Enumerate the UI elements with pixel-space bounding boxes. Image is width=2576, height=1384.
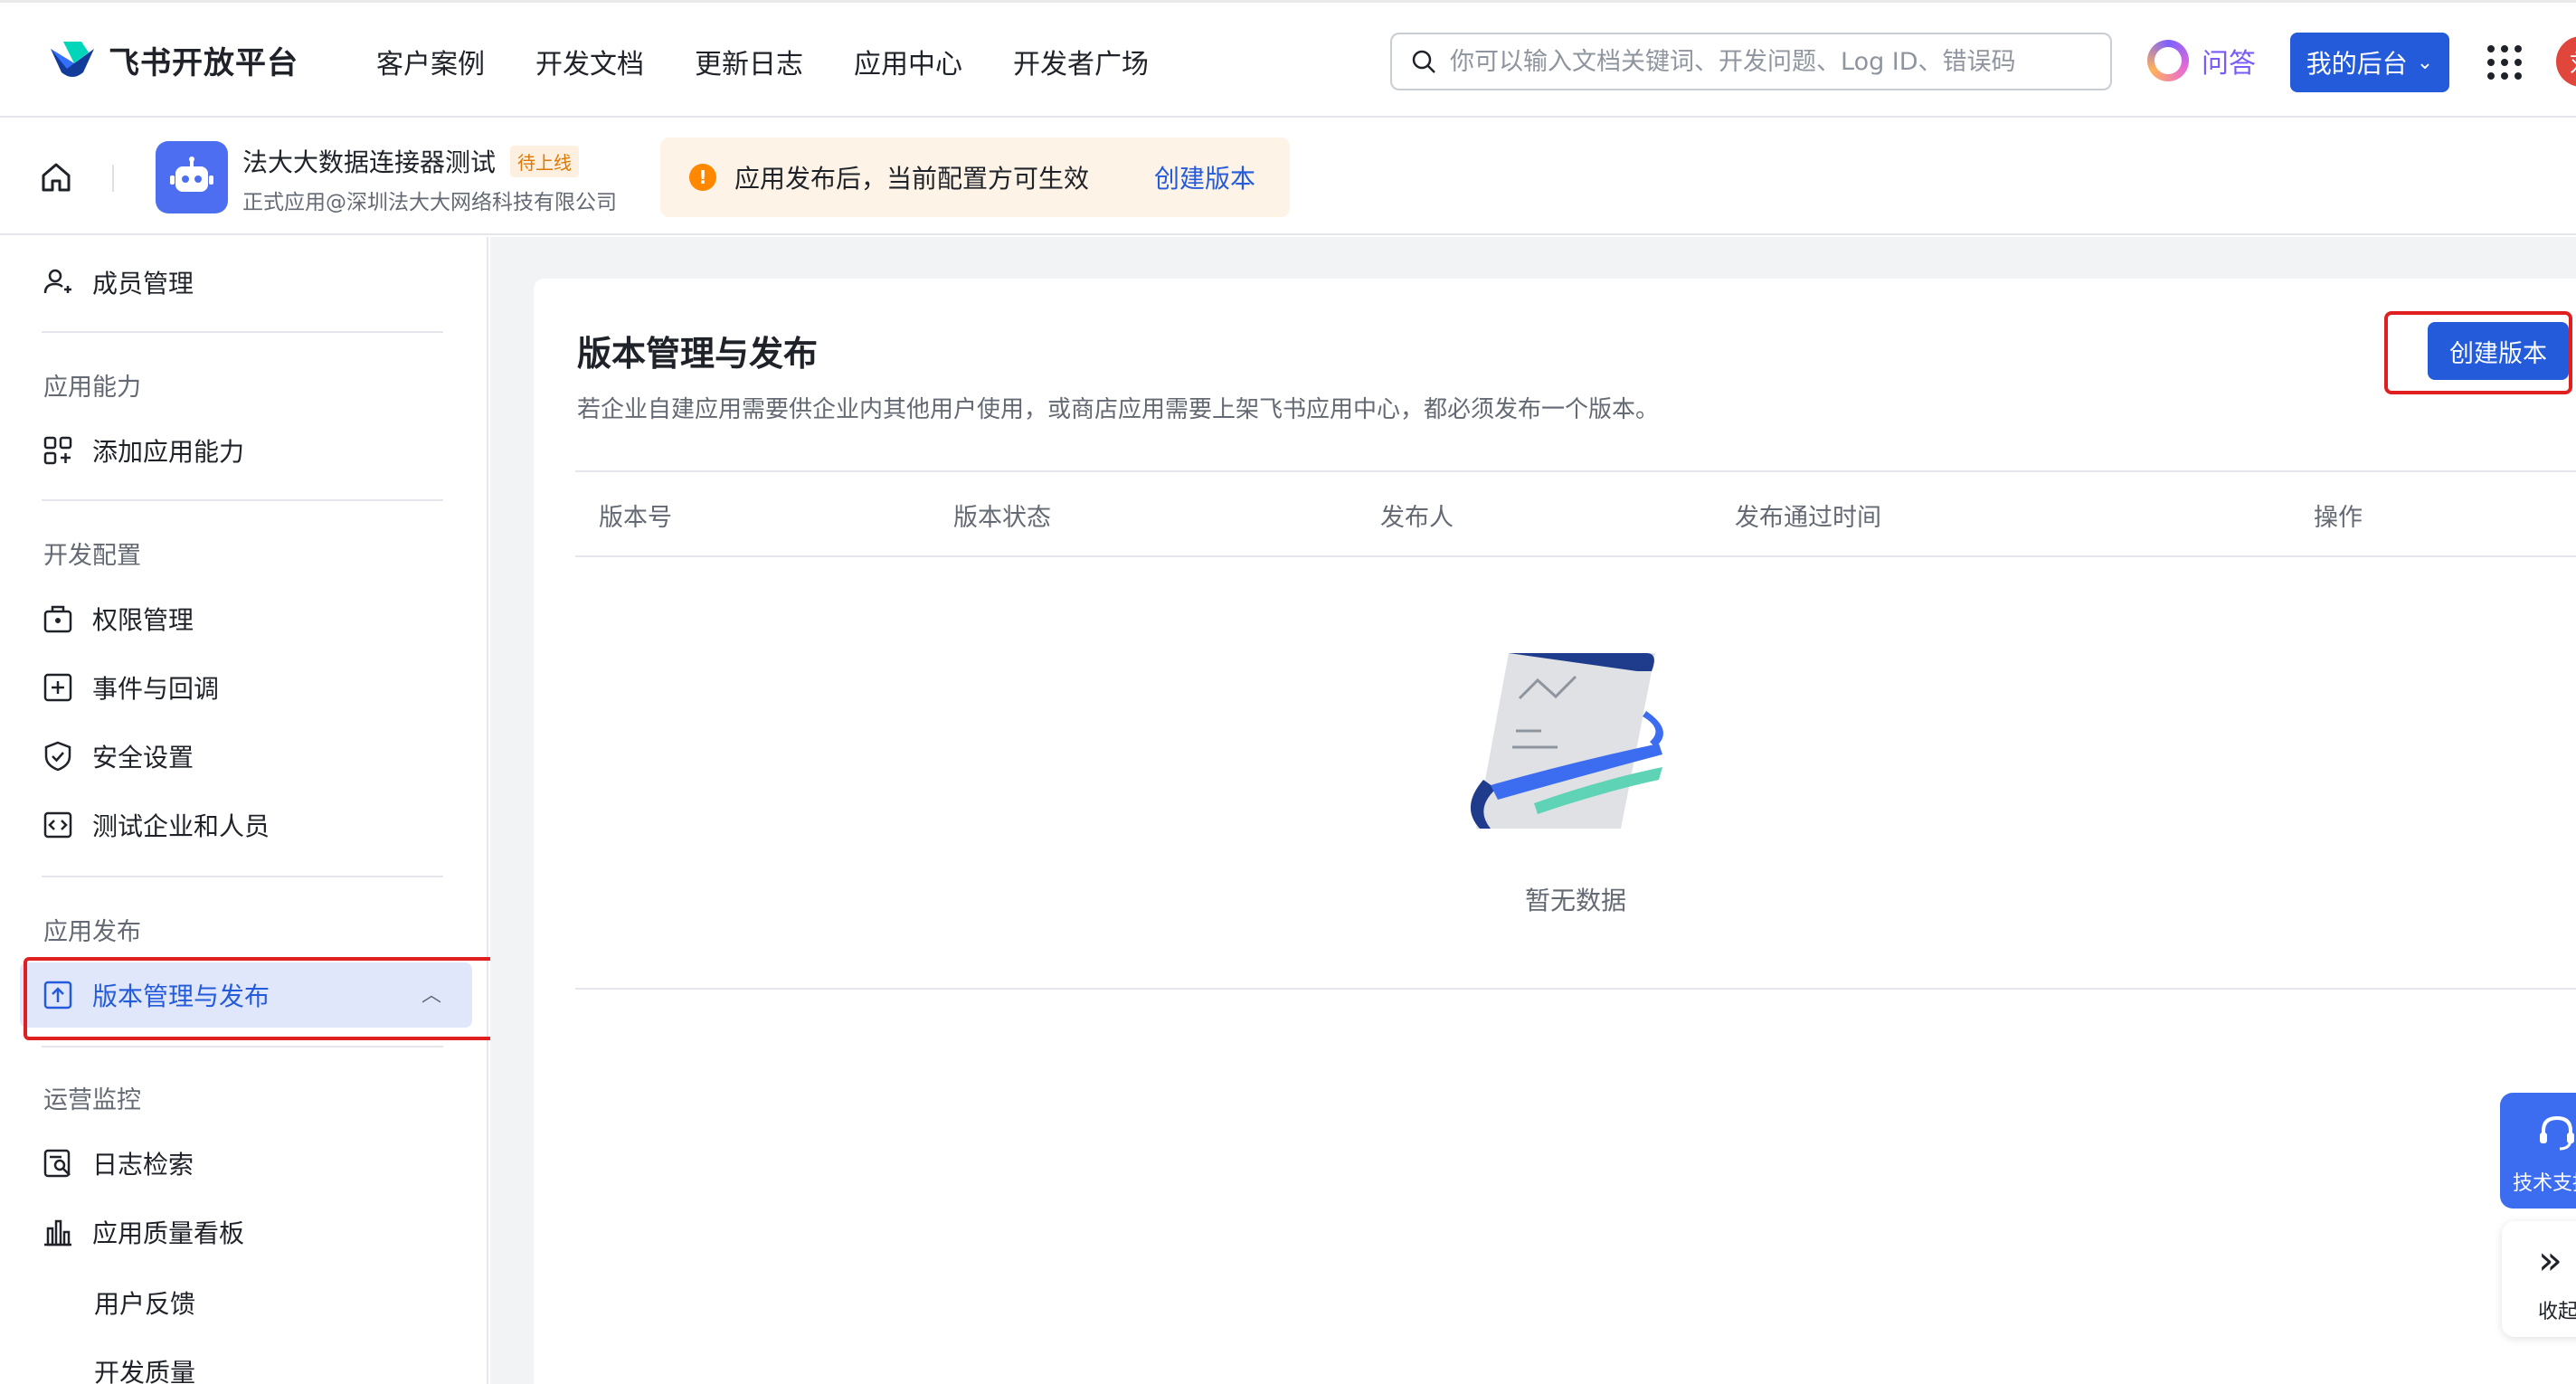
nav-app-center[interactable]: 应用中心 bbox=[854, 42, 962, 81]
empty-state-text: 暂无数据 bbox=[1525, 886, 1627, 915]
ask-label: 问答 bbox=[2202, 48, 2256, 80]
sidebar-item-label: 事件与回调 bbox=[92, 674, 220, 704]
nav-dev-square[interactable]: 开发者广场 bbox=[1013, 42, 1149, 81]
search-box[interactable] bbox=[1390, 33, 2112, 90]
app-header-row: 法大大数据连接器测试 待上线 正式应用@深圳法大大网络科技有限公司 ! 应用发布… bbox=[0, 119, 2576, 235]
collapse-label: 收起 bbox=[2538, 1301, 2576, 1323]
empty-state-illustration bbox=[1470, 653, 1663, 829]
nav-changelog[interactable]: 更新日志 bbox=[695, 42, 803, 81]
highlight-box-sidebar bbox=[24, 957, 532, 1040]
status-badge: 待上线 bbox=[510, 145, 580, 177]
column-header-status: 版本状态 bbox=[953, 504, 1051, 532]
code-window-icon bbox=[43, 811, 72, 839]
tech-support-label: 技术支持 bbox=[2513, 1172, 2576, 1195]
nav-dev-docs[interactable]: 开发文档 bbox=[535, 42, 644, 81]
feishu-logo-icon bbox=[51, 42, 94, 77]
divider bbox=[112, 165, 114, 192]
double-chevron-right-icon: » bbox=[2538, 1237, 2562, 1284]
sidebar-item-add-capability[interactable]: 添加应用能力 bbox=[42, 432, 244, 469]
home-icon[interactable] bbox=[38, 159, 74, 195]
my-console-button[interactable]: 我的后台 ⌄ bbox=[2290, 33, 2449, 92]
sidebar-group-ops: 运营监控 bbox=[43, 1086, 141, 1114]
column-header-publish-time: 发布通过时间 bbox=[1735, 504, 1881, 532]
sidebar-item-label: 安全设置 bbox=[92, 743, 194, 773]
sidebar-group-capability: 应用能力 bbox=[43, 374, 141, 402]
sidebar-group-publish: 应用发布 bbox=[43, 918, 141, 946]
permission-bag-icon bbox=[43, 605, 72, 633]
table-top-border bbox=[575, 470, 2576, 472]
add-capability-icon bbox=[43, 436, 72, 465]
ai-ring-icon bbox=[2147, 40, 2189, 81]
sidebar-item-label: 成员管理 bbox=[92, 269, 194, 299]
page-description: 若企业自建应用需要供企业内其他用户使用，或商店应用需要上架飞书应用中心，都必须发… bbox=[577, 396, 1660, 423]
column-header-publisher: 发布人 bbox=[1380, 504, 1454, 532]
sidebar: 成员管理 应用能力 添加应用能力 开发配置 权限管理 事件与回调 安全设置 测试… bbox=[0, 237, 488, 1384]
chevron-down-icon: ⌄ bbox=[2416, 51, 2434, 74]
sidebar-item-test-tenant[interactable]: 测试企业和人员 bbox=[42, 807, 270, 843]
search-icon bbox=[1412, 50, 1435, 73]
tech-support-button[interactable]: 技术支持 bbox=[2500, 1093, 2576, 1209]
app-robot-icon bbox=[156, 141, 228, 213]
publish-notice: ! 应用发布后，当前配置方可生效 创建版本 bbox=[660, 137, 1290, 217]
table-bottom-border bbox=[575, 988, 2576, 990]
sidebar-item-quality-board[interactable]: 应用质量看板 bbox=[42, 1214, 244, 1250]
column-header-actions: 操作 bbox=[2314, 504, 2363, 532]
user-avatar[interactable]: 刘 bbox=[2556, 36, 2576, 87]
notice-create-version-link[interactable]: 创建版本 bbox=[1154, 159, 1255, 195]
divider bbox=[42, 331, 443, 333]
platform-logo[interactable]: 飞书开放平台 bbox=[47, 36, 298, 83]
sidebar-item-label: 测试企业和人员 bbox=[92, 811, 270, 841]
sidebar-item-members[interactable]: 成员管理 bbox=[42, 264, 194, 300]
bar-chart-icon bbox=[44, 1219, 71, 1247]
add-user-icon bbox=[43, 269, 71, 294]
main-nav: 客户案例 开发文档 更新日志 应用中心 开发者广场 bbox=[376, 42, 1199, 81]
sidebar-item-permissions[interactable]: 权限管理 bbox=[42, 601, 194, 637]
log-search-icon bbox=[43, 1149, 71, 1178]
warning-icon: ! bbox=[689, 164, 716, 191]
divider bbox=[42, 1046, 443, 1047]
divider bbox=[42, 876, 443, 877]
column-header-version: 版本号 bbox=[599, 504, 672, 532]
shield-icon bbox=[44, 741, 71, 772]
notice-text: 应用发布后，当前配置方可生效 bbox=[734, 164, 1090, 194]
search-input[interactable] bbox=[1450, 47, 2083, 76]
sidebar-item-log-search[interactable]: 日志检索 bbox=[42, 1145, 194, 1181]
event-plus-icon bbox=[43, 673, 72, 702]
table-header-border bbox=[575, 555, 2576, 557]
collapse-button[interactable]: » 收起 bbox=[2502, 1221, 2576, 1337]
app-title: 法大大数据连接器测试 待上线 bbox=[242, 143, 580, 179]
top-accent-line bbox=[0, 0, 2576, 3]
sidebar-subitem-user-feedback[interactable]: 用户反馈 bbox=[94, 1284, 195, 1321]
app-org: 正式应用@深圳法大大网络科技有限公司 bbox=[242, 191, 617, 214]
nav-customer-cases[interactable]: 客户案例 bbox=[376, 42, 485, 81]
app-name-text: 法大大数据连接器测试 bbox=[242, 147, 497, 177]
top-navigation-bar: 飞书开放平台 客户案例 开发文档 更新日志 应用中心 开发者广场 问答 我的后台… bbox=[0, 0, 2576, 118]
apps-grid-icon[interactable] bbox=[2487, 45, 2522, 80]
highlight-box-create-button bbox=[2384, 311, 2572, 394]
sidebar-item-events[interactable]: 事件与回调 bbox=[42, 669, 219, 706]
sidebar-item-label: 应用质量看板 bbox=[92, 1218, 245, 1248]
divider bbox=[42, 499, 443, 501]
sidebar-subitem-dev-quality[interactable]: 开发质量 bbox=[94, 1353, 195, 1384]
sidebar-group-dev-config: 开发配置 bbox=[43, 542, 141, 570]
ask-button[interactable]: 问答 bbox=[2147, 40, 2256, 81]
console-label: 我的后台 bbox=[2306, 49, 2408, 79]
sidebar-item-label: 日志检索 bbox=[92, 1150, 194, 1180]
sidebar-item-label: 添加应用能力 bbox=[92, 437, 245, 467]
sidebar-item-label: 权限管理 bbox=[92, 605, 194, 635]
headset-icon bbox=[2540, 1115, 2574, 1151]
platform-name: 飞书开放平台 bbox=[109, 44, 298, 81]
sidebar-item-security[interactable]: 安全设置 bbox=[42, 738, 194, 774]
page-title: 版本管理与发布 bbox=[577, 334, 819, 374]
